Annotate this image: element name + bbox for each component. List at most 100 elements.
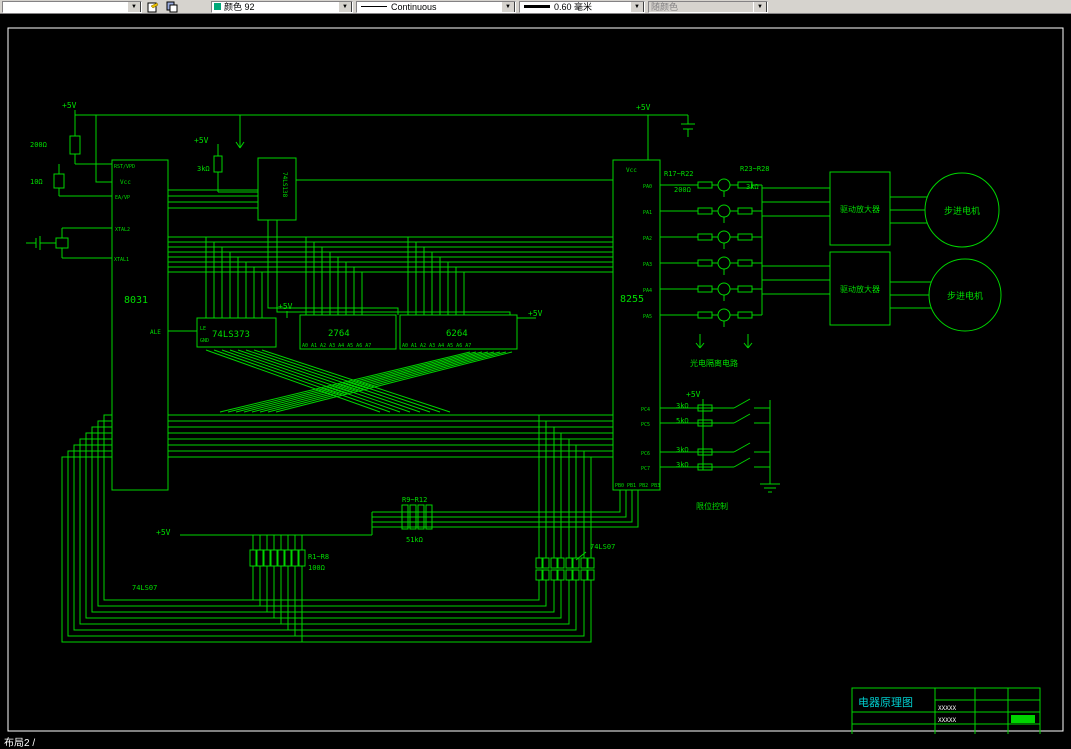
p5v-label: +5V <box>686 390 701 399</box>
pin-pc4-label: PC4 <box>641 407 650 413</box>
crystal-symbol <box>55 237 69 249</box>
color-combo-dropdown-arrow[interactable]: ▼ <box>338 1 352 12</box>
chip-8031: RST/VPD Vcc EA/VP XTAL2 XTAL1 8031 ALE <box>111 159 169 491</box>
chip-2764-label: 2764 <box>328 329 350 339</box>
limit-switch-network: +5V 3kΩ 5kΩ 3kΩ 3kΩ 限位控制 <box>660 390 780 511</box>
color-combo[interactable]: 颜色 92 ▼ <box>211 0 353 13</box>
layout-tab[interactable]: 布局2 / <box>4 734 35 749</box>
pin-xtal2-label: XTAL2 <box>115 227 130 233</box>
r3k-label: 3kΩ <box>676 461 689 469</box>
r23-28-label: R23~R28 <box>740 165 770 173</box>
chip-8255-label: 8255 <box>620 294 644 305</box>
pin-pc5-label: PC5 <box>641 422 650 428</box>
power-rail-top: +5V +5V <box>62 101 695 160</box>
layer-combo[interactable]: ▼ <box>2 0 142 13</box>
chip-74ls138: 74LS138 +5V 3kΩ <box>168 136 613 315</box>
opto-isolator-array: R17~R22 200Ω R23~R28 3kΩ 光电隔离电路 <box>660 165 770 368</box>
lineweight-combo-value: 0.60 毫米 <box>554 2 593 12</box>
chip-74ls373-label: 74LS373 <box>212 330 250 340</box>
chip-6264-label: 6264 <box>446 329 468 339</box>
sheet-border <box>7 27 1064 732</box>
chip-8255: Vcc 8255 PA0 PA1 PA2 PA3 PA4 PA5 PC4 PC5… <box>612 159 661 491</box>
pin-le-label: LE <box>200 326 206 332</box>
layer-previous-icon <box>166 1 178 12</box>
titleblock-no1: XXXXX <box>938 705 956 712</box>
p5v-label: +5V <box>528 309 543 318</box>
bus-port1 <box>168 414 613 558</box>
lineweight-combo[interactable]: 0.60 毫米 ▼ <box>519 0 645 13</box>
p5v-label: +5V <box>636 103 651 112</box>
addr-row-label: A0 A1 A2 A3 A4 A5 A6 A7 <box>402 343 471 349</box>
pin-xtal1-label: XTAL1 <box>114 257 129 263</box>
linetype-combo-dropdown-arrow[interactable]: ▼ <box>501 1 515 12</box>
address-wire-lattice <box>205 349 513 413</box>
lineweight-combo-dropdown-arrow[interactable]: ▼ <box>630 1 644 12</box>
r100-label: 100Ω <box>308 564 325 572</box>
linetype-sample-icon <box>361 6 387 7</box>
pullup-r9-r12: R9~R12 51kΩ +5V <box>156 490 639 544</box>
titleblock-no2: XXXXX <box>938 717 956 724</box>
plotstyle-combo-dropdown-arrow: ▼ <box>753 1 767 12</box>
bus-data-address <box>168 236 613 318</box>
pin-pa4-label: PA4 <box>643 288 652 294</box>
r9-12-label: R9~R12 <box>402 496 427 504</box>
pin-ea-label: EA/VP <box>115 195 130 201</box>
stepper-motor-2: 步进电机 <box>890 258 1002 332</box>
p5v-label: +5V <box>194 136 209 145</box>
cad-drawing-canvas[interactable]: +5V +5V 200Ω 10Ω RST/VPD Vcc EA/VP XTAL2… <box>0 0 1071 749</box>
pin-pc7-label: PC7 <box>641 466 650 472</box>
stepper-motor-label: 步进电机 <box>947 290 983 302</box>
pin-pa3-label: PA3 <box>643 262 652 268</box>
pin-pa0-label: PA0 <box>643 184 652 190</box>
driver-amplifier-1: 驱动放大器 <box>762 171 891 246</box>
stepper-motor-label: 步进电机 <box>944 205 980 217</box>
opto-caption: 光电隔离电路 <box>690 358 738 368</box>
linetype-combo-value: Continuous <box>391 1 437 12</box>
titleblock-swatch <box>1011 715 1035 723</box>
p5v-label: +5V <box>278 302 293 311</box>
wire-bundle-left-bottom: 74LS07 <box>61 414 592 643</box>
layer-combo-dropdown-arrow[interactable]: ▼ <box>127 1 141 12</box>
r17-22-label: R17~R22 <box>664 170 694 178</box>
r3k-label: 3kΩ <box>676 402 689 410</box>
chip-2764: 2764 A0 A1 A2 A3 A4 A5 A6 A7 <box>299 314 397 350</box>
chip-74ls138-label: 74LS138 <box>281 172 288 198</box>
r1-8-label: R1~R8 <box>308 553 329 561</box>
pin-vcc-label: Vcc <box>120 179 131 186</box>
pin-pa1-label: PA1 <box>643 210 652 216</box>
pin-rst-label: RST/VPD <box>114 164 135 170</box>
pullup-r1-r8: R1~R8 100Ω <box>249 535 329 642</box>
lineweight-sample-icon <box>524 5 550 8</box>
chip-8031-label: 8031 <box>124 295 148 306</box>
driver-amplifier-2: 驱动放大器 <box>762 251 891 326</box>
titleblock-title: 电器原理图 <box>858 696 913 709</box>
addr-row-label: A0 A1 A2 A3 A4 A5 A6 A7 <box>302 343 371 349</box>
chip-6264: 6264 A0 A1 A2 A3 A4 A5 A6 A7 +5V <box>399 309 543 350</box>
pin-pc6-label: PC6 <box>641 451 650 457</box>
r200-label: 200Ω <box>674 186 691 194</box>
r51k-label: 51kΩ <box>406 536 423 544</box>
pin-pb-row-label: PB0 PB1 PB2 PB3 <box>615 483 660 489</box>
pin-vcc-label: Vcc <box>626 167 637 174</box>
properties-toolbar: ▼ 颜色 92 ▼ Continuous ▼ 0.60 毫米 ▼ 随颜色 ▼ <box>0 0 1071 14</box>
limit-caption: 限位控制 <box>696 501 728 511</box>
pin-gnd-label: GND <box>200 338 209 344</box>
pin-pa2-label: PA2 <box>643 236 652 242</box>
color-swatch <box>214 3 221 10</box>
p5v-label: +5V <box>62 101 77 110</box>
r10-label: 10Ω <box>30 178 43 186</box>
r3k-label: 3kΩ <box>197 165 210 173</box>
buffer-74ls07-label: 74LS07 <box>132 584 157 592</box>
make-object-layer-button[interactable] <box>145 0 161 13</box>
title-block: 电器原理图 XXXXX XXXXX <box>851 687 1041 738</box>
r3k-label: 3kΩ <box>676 446 689 454</box>
pin-ale-label: ALE <box>150 329 161 336</box>
make-object-layer-icon <box>147 2 159 12</box>
pin-pa5-label: PA5 <box>643 314 652 320</box>
driver-amp-label: 驱动放大器 <box>840 204 880 214</box>
r5k-label: 5kΩ <box>676 417 689 425</box>
color-combo-value: 颜色 92 <box>224 2 255 12</box>
linetype-combo[interactable]: Continuous ▼ <box>356 0 516 13</box>
buffer-74ls07-label: 74LS07 <box>590 543 615 551</box>
layer-previous-button[interactable] <box>164 0 180 13</box>
